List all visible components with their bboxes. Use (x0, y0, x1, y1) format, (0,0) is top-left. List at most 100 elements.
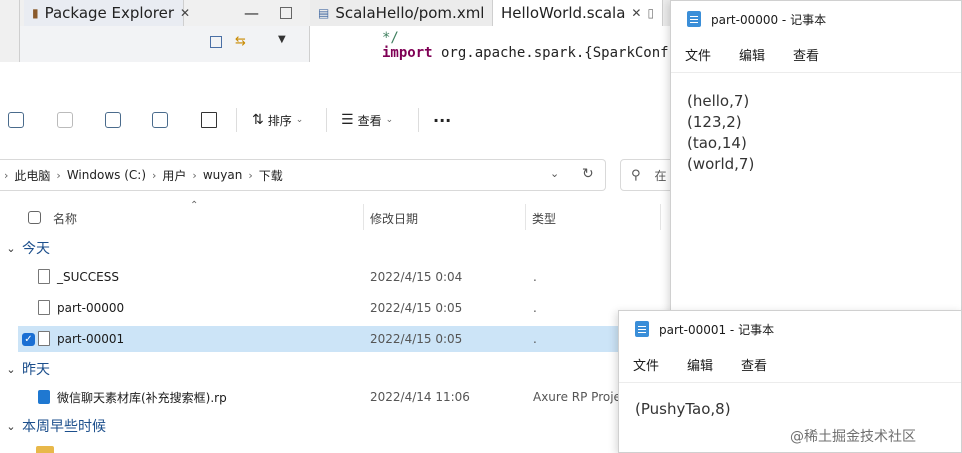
chevron-down-icon: ⌄ (6, 241, 16, 255)
notepad-title-bar[interactable]: part-00000 - 记事本 (671, 1, 961, 37)
package-explorer-tab-label: Package Explorer (44, 4, 175, 22)
menu-view[interactable]: 查看 (741, 355, 767, 374)
rename-icon (105, 112, 121, 128)
notepad-window-part-00000[interactable]: part-00000 - 记事本 文件 编辑 查看 (hello,7) (123… (670, 0, 962, 318)
more-options-button[interactable]: ··· (433, 110, 451, 130)
chevron-down-icon: ⌄ (385, 115, 394, 125)
breadcrumb-this-pc[interactable]: 此电脑 (8, 167, 56, 184)
sort-icon: ⇅ (252, 112, 264, 128)
tab-helloworld-scala[interactable]: HelloWorld.scala ✕ ▯ (492, 0, 664, 26)
copy-button[interactable] (8, 110, 24, 130)
maximize-icon (280, 7, 292, 19)
select-all-checkbox[interactable] (28, 210, 41, 224)
code-import-line: import org.apache.spark.{SparkConf, (382, 45, 677, 61)
notepad-title: part-00001 - 记事本 (659, 322, 775, 337)
breadcrumb-wuyan[interactable]: wuyan (197, 168, 248, 182)
share-button[interactable] (152, 110, 168, 130)
chevron-down-icon: ⌄ (6, 362, 16, 376)
column-header: 名称 ⌃ 修改日期 类型 (0, 200, 700, 232)
group-yesterday[interactable]: ⌄ 昨天 (0, 357, 50, 381)
tab-helloworld-scala-label: HelloWorld.scala (501, 4, 626, 22)
package-explorer-tab[interactable]: ▮ Package Explorer ✕ (24, 0, 190, 26)
file-icon (38, 300, 50, 315)
file-name: _SUCCESS (57, 270, 119, 284)
menu-file[interactable]: 文件 (633, 355, 659, 374)
sort-button[interactable]: ⇅ 排序 ⌄ (252, 110, 303, 130)
column-divider[interactable] (525, 204, 526, 230)
column-divider[interactable] (363, 204, 364, 230)
paste-button[interactable] (57, 110, 73, 130)
view-button[interactable]: ☰ 查看 ⌄ (341, 110, 393, 130)
menu-file[interactable]: 文件 (685, 45, 711, 64)
file-type: . (533, 301, 537, 315)
menu-edit[interactable]: 编辑 (687, 355, 713, 374)
share-icon (152, 112, 168, 128)
file-name: part-00000 (57, 301, 125, 315)
breadcrumb-windows-c[interactable]: Windows (C:) (61, 168, 152, 182)
link-editor-icon[interactable]: ⇆ (235, 34, 246, 49)
column-divider[interactable] (660, 204, 661, 230)
notepad-text-area[interactable]: (hello,7) (123,2) (tao,14) (world,7) (671, 73, 961, 193)
minimize-button[interactable]: — (236, 0, 267, 26)
toolbar-divider (326, 108, 327, 132)
notepad-title-bar[interactable]: part-00001 - 记事本 (619, 311, 961, 347)
view-menu-icon[interactable]: ▼ (278, 34, 286, 45)
address-bar[interactable]: › 此电脑 › Windows (C:) › 用户 › wuyan › 下载 ⌄… (0, 159, 606, 191)
file-icon (38, 269, 50, 284)
file-name: 微信聊天素材库(补充搜索框).rp (57, 390, 227, 405)
group-earlier-this-week[interactable]: ⌄ 本周早些时候 (0, 414, 106, 438)
chevron-down-icon[interactable]: ⌄ (550, 167, 559, 180)
file-row-selected[interactable]: ✓ part-00001 2022/4/15 0:05 . (18, 326, 618, 352)
file-icon: ▯ (647, 6, 655, 20)
sort-label: 排序 (267, 113, 292, 128)
file-icon (38, 331, 50, 346)
menu-edit[interactable]: 编辑 (739, 45, 765, 64)
breadcrumb-downloads[interactable]: 下载 (253, 167, 289, 184)
search-placeholder: 在 (654, 168, 667, 183)
column-name[interactable]: 名称 (53, 210, 77, 227)
chevron-down-icon: ⌄ (295, 115, 304, 125)
group-yesterday-label: 昨天 (22, 362, 50, 378)
file-row[interactable]: part-00000 2022/4/15 0:05 . (18, 295, 618, 321)
column-modified[interactable]: 修改日期 (370, 210, 418, 227)
notepad-menu-bar: 文件 编辑 查看 (619, 347, 961, 383)
eclipse-left-strip (0, 0, 20, 62)
notepad-icon (635, 321, 649, 337)
minimize-icon: — (244, 4, 259, 22)
menu-view[interactable]: 查看 (793, 45, 819, 64)
delete-button[interactable] (201, 110, 217, 130)
notepad-title: part-00000 - 记事本 (711, 12, 827, 27)
row-checkbox[interactable]: ✓ (22, 332, 35, 346)
checkbox (28, 211, 41, 224)
maximize-button[interactable] (272, 0, 300, 26)
file-row[interactable]: _SUCCESS 2022/4/15 0:04 . (18, 264, 618, 290)
code-editor[interactable]: */ import org.apache.spark.{SparkConf, (310, 26, 677, 62)
group-earlier-this-week-label: 本周早些时候 (22, 419, 106, 435)
file-row[interactable]: 微信聊天素材库(补充搜索框).rp 2022/4/14 11:06 Axure … (18, 384, 621, 410)
paste-icon (57, 112, 73, 128)
notepad-menu-bar: 文件 编辑 查看 (671, 37, 961, 73)
trash-icon (201, 112, 217, 128)
file-date: 2022/4/15 0:05 (370, 301, 463, 315)
tab-pom-xml[interactable]: ▤ ScalaHello/pom.xml (310, 0, 492, 26)
column-type[interactable]: 类型 (532, 210, 556, 227)
chevron-right-icon: › (4, 168, 9, 182)
toolbar-divider (418, 108, 419, 132)
package-explorer-icon: ▮ (32, 6, 39, 20)
file-type: . (533, 332, 537, 346)
collapse-all-icon[interactable] (210, 36, 222, 48)
close-icon[interactable]: ✕ (631, 6, 641, 20)
import-keyword: import (382, 45, 433, 61)
search-icon: ⚲ (631, 167, 641, 183)
view-label: 查看 (357, 113, 382, 128)
package-explorer-panel: ⇆ ▼ (20, 26, 310, 62)
code-comment-line: */ (382, 30, 399, 46)
sort-ascending-icon: ⌃ (190, 200, 199, 211)
file-type: Axure RP Proje (533, 390, 621, 404)
rename-button[interactable] (105, 110, 121, 130)
breadcrumb-users[interactable]: 用户 (156, 167, 192, 184)
refresh-icon[interactable]: ↻ (582, 166, 594, 182)
file-type: . (533, 270, 537, 284)
group-today[interactable]: ⌄ 今天 (0, 236, 50, 260)
close-icon[interactable]: ✕ (180, 6, 190, 20)
